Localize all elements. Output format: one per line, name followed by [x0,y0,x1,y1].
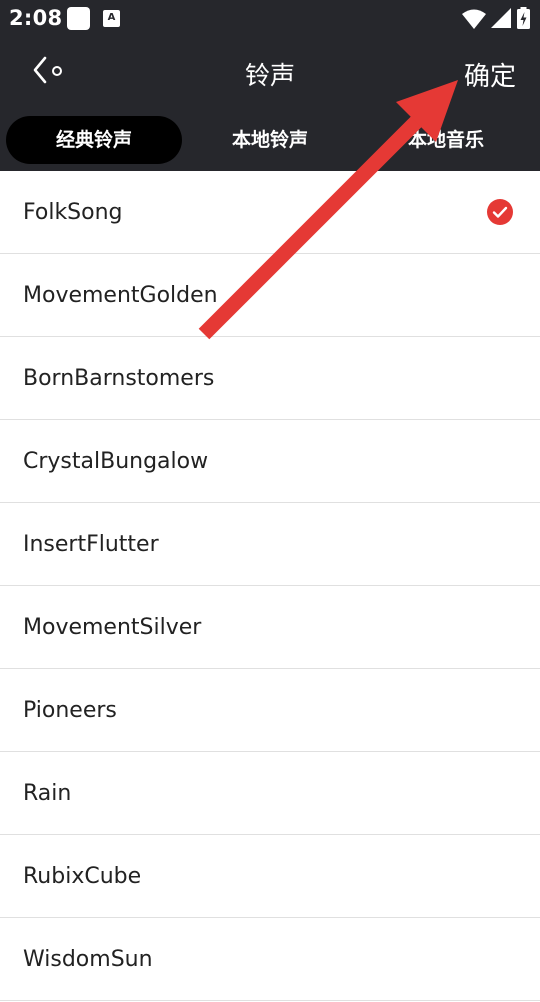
ringtone-list: FolkSong MovementGolden BornBarnstomers … [0,171,540,1001]
app-header: 铃声 确定 [0,38,540,110]
top-bar: 2:08 A 铃声 确定 经典铃声 本地铃声 本地音乐 [0,0,540,171]
page-title: 铃声 [244,61,295,90]
tab-local-music[interactable]: 本地音乐 [358,116,534,164]
confirm-button[interactable]: 确定 [464,56,516,93]
selected-check-icon [487,199,513,225]
ringtone-name: WisdomSun [23,947,153,972]
status-bar: 2:08 A [0,0,540,38]
ringtone-name: BornBarnstomers [23,366,215,391]
ringtone-row-bornbarnstomers[interactable]: BornBarnstomers [0,337,540,420]
tab-classic-ringtones[interactable]: 经典铃声 [6,116,182,164]
ringtone-name: RubixCube [23,864,142,889]
ringtone-row-crystalbungalow[interactable]: CrystalBungalow [0,420,540,503]
ringtone-name: MovementGolden [23,283,218,308]
ringtone-name: Pioneers [23,698,117,723]
ringtone-name: Rain [23,781,72,806]
ringtone-row-movementsilver[interactable]: MovementSilver [0,586,540,669]
ringtone-name: MovementSilver [23,615,202,640]
ringtone-row-folksong[interactable]: FolkSong [0,171,540,254]
wifi-icon [462,9,486,29]
ringtone-row-rubixcube[interactable]: RubixCube [0,835,540,918]
ringtone-row-pioneers[interactable]: Pioneers [0,669,540,752]
status-time: 2:08 [9,6,63,30]
battery-icon [517,7,530,29]
ringtone-row-movementgolden[interactable]: MovementGolden [0,254,540,337]
a-badge-icon: A [103,10,120,27]
notification-square-icon [67,7,90,30]
ringtone-name: CrystalBungalow [23,449,209,474]
ringtone-name: FolkSong [23,200,123,225]
ringtone-row-rain[interactable]: Rain [0,752,540,835]
tab-local-ringtones[interactable]: 本地铃声 [182,116,358,164]
signal-icon [491,8,511,28]
ringtone-name: InsertFlutter [23,532,159,557]
ringtone-tabs: 经典铃声 本地铃声 本地音乐 [0,116,540,166]
ringtone-row-insertflutter[interactable]: InsertFlutter [0,503,540,586]
